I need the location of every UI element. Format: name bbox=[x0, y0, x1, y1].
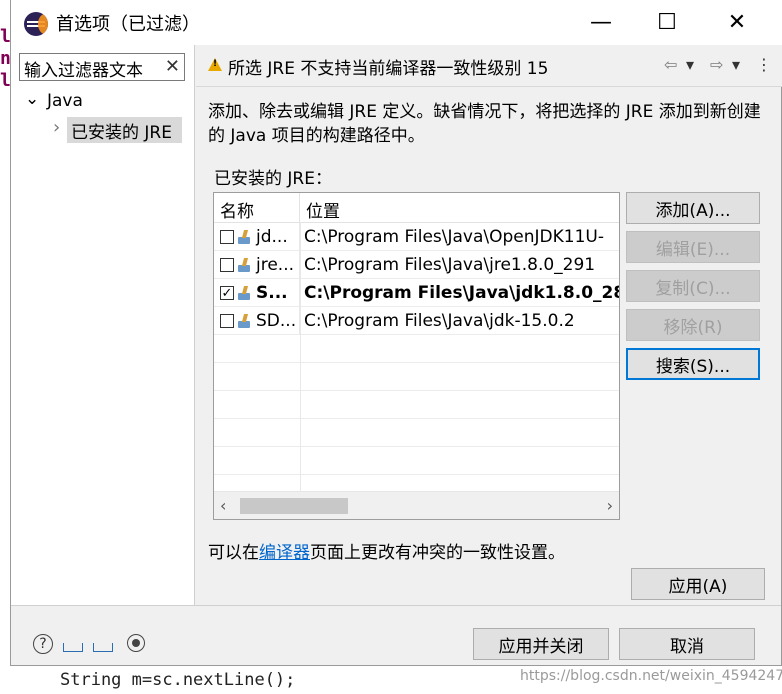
table-row[interactable]: jd... C:\Program Files\Java\OpenJDK11U- bbox=[214, 223, 619, 251]
column-header-name[interactable]: 名称 bbox=[214, 193, 300, 223]
title-bar: 首选项（已过滤） — ☐ ✕ bbox=[11, 0, 782, 45]
jre-table[interactable]: 名称 位置 jd... C:\Program Files\Java\OpenJDK… bbox=[213, 192, 620, 520]
close-button[interactable]: ✕ bbox=[707, 0, 767, 45]
empty-table-row bbox=[214, 447, 619, 475]
jre-checkbox[interactable] bbox=[220, 258, 234, 272]
page-header: 所选 JRE 不支持当前编译器一致性级别 15 ⇦ ▾ ⇨ ▾ ⋮ bbox=[196, 45, 782, 87]
tree-item-installed-jre-label: 已安装的 JRE bbox=[71, 123, 172, 143]
preferences-dialog: 首选项（已过滤） — ☐ ✕ 输入过滤器文本 ✕ ⌄ Java › 已安装的 J… bbox=[10, 0, 782, 666]
background-code-line: String m=sc.nextLine(); bbox=[60, 670, 296, 690]
remove-button[interactable]: 移除(R) bbox=[626, 309, 760, 341]
scroll-right-icon[interactable]: › bbox=[607, 496, 613, 515]
column-divider bbox=[300, 223, 301, 493]
export-icon[interactable] bbox=[93, 636, 113, 652]
hint-prefix: 可以在 bbox=[208, 543, 259, 563]
jre-library-icon bbox=[238, 314, 252, 328]
cancel-button[interactable]: 取消 bbox=[619, 628, 755, 660]
jre-library-icon bbox=[238, 258, 252, 272]
empty-table-row bbox=[214, 363, 619, 391]
import-icon[interactable] bbox=[63, 636, 83, 652]
table-row[interactable]: SD... C:\Program Files\Java\jdk-15.0.2 bbox=[214, 307, 619, 335]
installed-jre-label: 已安装的 JRE： bbox=[214, 169, 332, 189]
jre-location: C:\Program Files\Java\jdk-15.0.2 bbox=[304, 311, 575, 331]
add-button[interactable]: 添加(A)... bbox=[626, 192, 760, 224]
forward-arrow-icon[interactable]: ⇨ bbox=[710, 55, 723, 74]
jre-name: SD... bbox=[256, 311, 297, 331]
tree-item-java[interactable]: Java bbox=[47, 91, 83, 111]
scrollbar-thumb[interactable] bbox=[240, 498, 348, 514]
divider bbox=[11, 605, 781, 606]
minimize-button[interactable]: — bbox=[571, 0, 631, 45]
jre-location: C:\Program Files\Java\jdk1.8.0_281 bbox=[304, 283, 620, 303]
empty-table-row bbox=[214, 391, 619, 419]
jre-library-icon bbox=[238, 286, 252, 300]
search-button[interactable]: 搜索(S)... bbox=[626, 348, 760, 380]
back-arrow-icon[interactable]: ⇦ bbox=[664, 55, 677, 74]
menu-icon[interactable]: ⋮ bbox=[756, 55, 772, 74]
filter-text: 输入过滤器文本 bbox=[24, 61, 143, 81]
scroll-left-icon[interactable]: ‹ bbox=[220, 496, 226, 515]
page-description: 添加、除去或编辑 JRE 定义。缺省情况下，将把选择的 JRE 添加到新创建的 … bbox=[208, 102, 761, 146]
filter-input[interactable]: 输入过滤器文本 ✕ bbox=[19, 53, 185, 81]
hint-suffix: 页面上更改有冲突的一致性设置。 bbox=[310, 543, 565, 563]
jre-checkbox[interactable] bbox=[220, 314, 234, 328]
clear-icon[interactable]: ✕ bbox=[165, 56, 180, 77]
warning-message: 所选 JRE 不支持当前编译器一致性级别 15 bbox=[228, 59, 549, 79]
horizontal-scrollbar[interactable]: ‹ › bbox=[214, 491, 619, 519]
forward-dropdown-icon[interactable]: ▾ bbox=[732, 55, 740, 74]
empty-table-row bbox=[214, 335, 619, 363]
jre-name: S... bbox=[256, 283, 288, 303]
apply-button[interactable]: 应用(A) bbox=[631, 568, 765, 600]
jre-name: jre... bbox=[256, 255, 295, 275]
chevron-right-icon[interactable]: › bbox=[53, 117, 60, 138]
jre-name-cell[interactable]: SD... bbox=[214, 307, 300, 335]
jre-library-icon bbox=[238, 230, 252, 244]
chevron-down-icon[interactable]: ⌄ bbox=[25, 89, 39, 109]
jre-checkbox[interactable] bbox=[220, 230, 234, 244]
empty-table-row bbox=[214, 419, 619, 447]
jre-location: C:\Program Files\Java\OpenJDK11U- bbox=[304, 227, 604, 247]
compiler-link[interactable]: 编译器 bbox=[259, 543, 310, 563]
jre-location: C:\Program Files\Java\jre1.8.0_291 bbox=[304, 255, 596, 275]
preferences-tree-panel: 输入过滤器文本 ✕ ⌄ Java › 已安装的 JRE bbox=[11, 45, 195, 605]
table-row[interactable]: jre... C:\Program Files\Java\jre1.8.0_291 bbox=[214, 251, 619, 279]
jre-name-cell[interactable]: jd... bbox=[214, 223, 300, 251]
jre-name-cell[interactable]: jre... bbox=[214, 251, 300, 279]
window-title: 首选项（已过滤） bbox=[56, 14, 200, 35]
maximize-button[interactable]: ☐ bbox=[637, 0, 697, 45]
edit-button[interactable]: 编辑(E)... bbox=[626, 231, 760, 263]
help-icon[interactable]: ? bbox=[33, 634, 53, 654]
apply-and-close-button[interactable]: 应用并关闭 bbox=[473, 628, 609, 660]
jre-name-cell[interactable]: ✓ S... bbox=[214, 279, 300, 307]
watermark: https://blog.csdn.net/weixin_45942479 bbox=[520, 668, 782, 684]
copy-button[interactable]: 复制(C)... bbox=[626, 270, 760, 302]
jre-checkbox[interactable]: ✓ bbox=[220, 286, 234, 300]
table-row[interactable]: ✓ S... C:\Program Files\Java\jdk1.8.0_281 bbox=[214, 279, 619, 307]
warning-icon bbox=[208, 58, 222, 71]
eclipse-icon bbox=[24, 12, 48, 36]
column-header-location[interactable]: 位置 bbox=[300, 193, 619, 223]
back-dropdown-icon[interactable]: ▾ bbox=[686, 55, 694, 74]
jre-name: jd... bbox=[256, 227, 288, 247]
record-icon[interactable] bbox=[127, 634, 145, 652]
compiler-hint: 可以在编译器页面上更改有冲突的一致性设置。 bbox=[208, 538, 565, 563]
